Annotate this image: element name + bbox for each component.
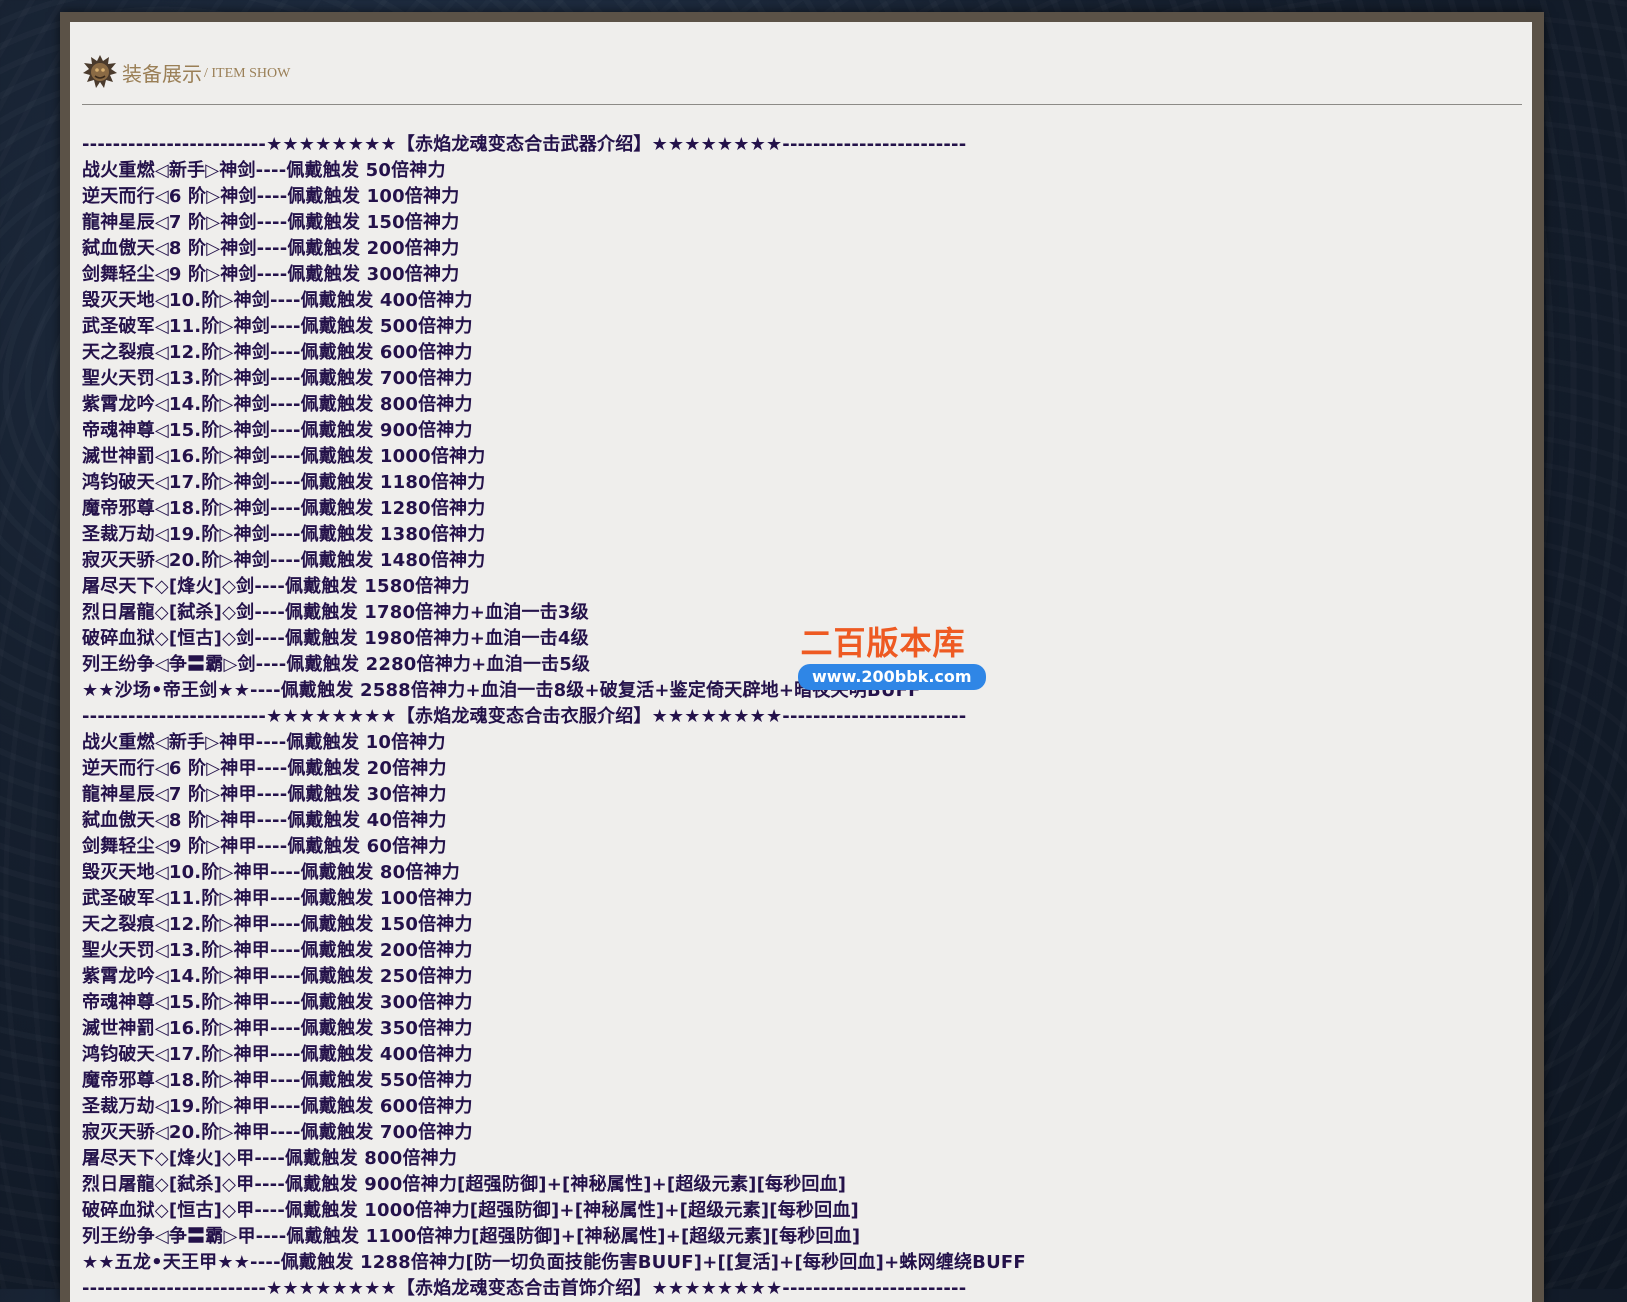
list-item: ------------------------★★★★★★★★【赤焰龙魂变态合… xyxy=(82,134,967,155)
list-item: 列王纷争◁争〓霸▷甲----佩戴触发 1100倍神力[超强防御]+[神秘属性]+… xyxy=(82,1226,861,1247)
list-item: 聖火天罚◁13.阶▷神剑----佩戴触发 700倍神力 xyxy=(82,368,473,389)
list-item: 龍神星辰◁7 阶▷神剑----佩戴触发 150倍神力 xyxy=(82,212,460,233)
list-item: 剑舞轻尘◁9 阶▷神甲----佩戴触发 60倍神力 xyxy=(82,836,447,857)
list-item: 烈日屠龍◇[弑杀]◇甲----佩戴触发 900倍神力[超强防御]+[神秘属性]+… xyxy=(82,1174,847,1195)
list-item: 逆天而行◁6 阶▷神剑----佩戴触发 100倍神力 xyxy=(82,186,460,207)
list-item: 屠尽天下◇[烽火]◇剑----佩戴触发 1580倍神力 xyxy=(82,576,470,597)
section-subtitle: / ITEM SHOW xyxy=(204,66,291,81)
list-item: 鸿钧破天◁17.阶▷神甲----佩戴触发 400倍神力 xyxy=(82,1044,473,1065)
list-item: 圣裁万劫◁19.阶▷神剑----佩戴触发 1380倍神力 xyxy=(82,524,486,545)
list-item: 魔帝邪尊◁18.阶▷神剑----佩戴触发 1280倍神力 xyxy=(82,498,486,519)
equipment-list: ------------------------★★★★★★★★【赤焰龙魂变态合… xyxy=(82,132,1522,1302)
list-item: 寂灭天骄◁20.阶▷神剑----佩戴触发 1480倍神力 xyxy=(82,550,486,571)
list-item: 烈日屠龍◇[弑杀]◇剑----佩戴触发 1780倍神力+血洎一击3级 xyxy=(82,602,589,623)
list-item: 帝魂神尊◁15.阶▷神甲----佩戴触发 300倍神力 xyxy=(82,992,473,1013)
watermark-url: www.200bbk.com xyxy=(798,664,986,690)
list-item: 聖火天罚◁13.阶▷神甲----佩戴触发 200倍神力 xyxy=(82,940,473,961)
demon-emblem-icon xyxy=(83,55,117,88)
header-divider xyxy=(82,104,1522,105)
list-item: 紫霄龙吟◁14.阶▷神剑----佩戴触发 800倍神力 xyxy=(82,394,473,415)
list-item: 滅世神罰◁16.阶▷神剑----佩戴触发 1000倍神力 xyxy=(82,446,486,467)
section-header: 装备展示 / ITEM SHOW xyxy=(82,52,290,92)
list-item: 武圣破军◁11.阶▷神甲----佩戴触发 100倍神力 xyxy=(82,888,473,909)
list-item: ★★五龙•天王甲★★----佩戴触发 1288倍神力[防一切负面技能伤害BUUF… xyxy=(82,1252,1026,1273)
item-show-panel: 装备展示 / ITEM SHOW -----------------------… xyxy=(70,22,1532,1302)
list-item: ------------------------★★★★★★★★【赤焰龙魂变态合… xyxy=(82,706,967,727)
list-item: 战火重燃◁新手▷神甲----佩戴触发 10倍神力 xyxy=(82,732,446,753)
list-item: 弑血傲天◁8 阶▷神甲----佩戴触发 40倍神力 xyxy=(82,810,447,831)
list-item: 紫霄龙吟◁14.阶▷神甲----佩戴触发 250倍神力 xyxy=(82,966,473,987)
list-item: 毁灭天地◁10.阶▷神剑----佩戴触发 400倍神力 xyxy=(82,290,473,311)
list-item: ------------------------★★★★★★★★【赤焰龙魂变态合… xyxy=(82,1278,967,1299)
list-item: 弑血傲天◁8 阶▷神剑----佩戴触发 200倍神力 xyxy=(82,238,460,259)
list-item: 逆天而行◁6 阶▷神甲----佩戴触发 20倍神力 xyxy=(82,758,447,779)
list-item: 天之裂痕◁12.阶▷神甲----佩戴触发 150倍神力 xyxy=(82,914,473,935)
list-item: 毁灭天地◁10.阶▷神甲----佩戴触发 80倍神力 xyxy=(82,862,460,883)
site-watermark: 二百版本库 www.200bbk.com xyxy=(798,624,986,690)
list-item: 破碎血狱◇[恒古]◇甲----佩戴触发 1000倍神力[超强防御]+[神秘属性]… xyxy=(82,1200,859,1221)
list-item: 武圣破军◁11.阶▷神剑----佩戴触发 500倍神力 xyxy=(82,316,473,337)
list-item: 天之裂痕◁12.阶▷神剑----佩戴触发 600倍神力 xyxy=(82,342,473,363)
list-item: 寂灭天骄◁20.阶▷神甲----佩戴触发 700倍神力 xyxy=(82,1122,473,1143)
watermark-title: 二百版本库 xyxy=(800,624,966,662)
list-item: 鸿钧破天◁17.阶▷神剑----佩戴触发 1180倍神力 xyxy=(82,472,486,493)
list-item: 剑舞轻尘◁9 阶▷神剑----佩戴触发 300倍神力 xyxy=(82,264,460,285)
section-title: 装备展示 xyxy=(122,61,202,86)
list-item: 龍神星辰◁7 阶▷神甲----佩戴触发 30倍神力 xyxy=(82,784,447,805)
list-item: 魔帝邪尊◁18.阶▷神甲----佩戴触发 550倍神力 xyxy=(82,1070,473,1091)
list-item: 帝魂神尊◁15.阶▷神剑----佩戴触发 900倍神力 xyxy=(82,420,473,441)
list-item: 战火重燃◁新手▷神剑----佩戴触发 50倍神力 xyxy=(82,160,446,181)
list-item: 屠尽天下◇[烽火]◇甲----佩戴触发 800倍神力 xyxy=(82,1148,458,1169)
list-item: 圣裁万劫◁19.阶▷神甲----佩戴触发 600倍神力 xyxy=(82,1096,473,1117)
list-item: 滅世神罰◁16.阶▷神甲----佩戴触发 350倍神力 xyxy=(82,1018,473,1039)
